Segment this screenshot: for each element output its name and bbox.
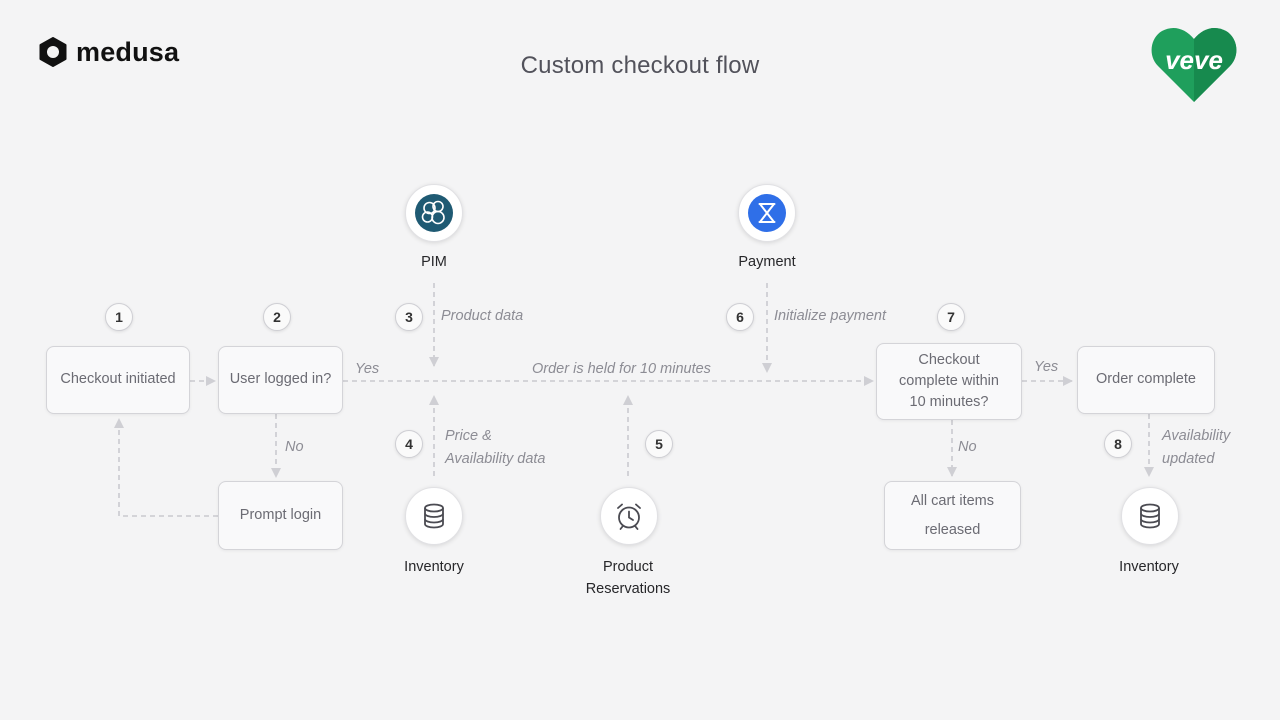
service-payment-label: Payment (738, 254, 796, 270)
service-pim-label: PIM (421, 254, 447, 270)
alarm-clock-icon (617, 503, 641, 530)
edge-label-initialize-payment: Initialize payment (774, 308, 887, 324)
node-order-complete-label: Order complete (1096, 371, 1196, 388)
service-pim (405, 184, 463, 242)
node-prompt-login: Prompt login (218, 481, 343, 550)
step-number-4: 4 (395, 430, 423, 458)
pim-icon (415, 194, 453, 232)
node-checkout-initiated-label: Checkout initiated (60, 371, 176, 388)
node-prompt-login-label: Prompt login (239, 506, 322, 523)
edge-label-order-held: Order is held for 10 minutes (532, 361, 711, 377)
node-cart-released-line-2: released (924, 521, 981, 538)
node-cart-released: All cart items released (884, 481, 1021, 550)
edge-label-product-data: Product data (441, 308, 524, 324)
edge-label-availability-updated: Availability updated (1162, 425, 1230, 471)
node-checkout-complete-line-1: Checkout (918, 351, 980, 368)
step-number-2: 2 (263, 303, 291, 331)
veve-wordmark: veve (1165, 45, 1223, 75)
node-checkout-complete-line-2: complete within (899, 372, 999, 389)
edge-label-no-logged-in: No (285, 439, 304, 455)
database-icon (1140, 503, 1160, 529)
step-number-8: 8 (1104, 430, 1132, 458)
page-title: Custom checkout flow (520, 52, 760, 79)
service-product-reservations-line-2: Reservations (585, 580, 671, 597)
edge-label-no-complete: No (958, 439, 977, 455)
edge-label-yes-complete: Yes (1034, 359, 1059, 375)
service-inventory-secondary-label: Inventory (1119, 559, 1179, 575)
edge-label-yes-logged-in: Yes (355, 361, 380, 377)
veve-heart-icon: veve (1151, 27, 1237, 102)
edge-label-availability-updated-line-2: updated (1162, 451, 1215, 467)
service-product-reservations-label: Product Reservations (548, 557, 708, 601)
payment-icon (748, 194, 786, 232)
node-checkout-complete-check: Checkout complete within 10 minutes? (876, 343, 1022, 420)
service-product-reservations-line-1: Product (603, 559, 653, 575)
node-checkout-complete-check-label: Checkout complete within 10 minutes? (899, 350, 999, 413)
service-inventory-primary (405, 487, 463, 545)
edge-label-availability-updated-line-1: Availability (1162, 428, 1231, 444)
service-inventory-primary-label: Inventory (404, 559, 464, 575)
veve-logo: veve (1148, 22, 1240, 106)
step-number-1: 1 (105, 303, 133, 331)
step-number-7: 7 (937, 303, 965, 331)
database-icon (424, 503, 444, 529)
node-order-complete: Order complete (1077, 346, 1215, 414)
edge-label-price-availability-line-1: Price & (445, 428, 492, 444)
edge-prompt-back-to-initiated (114, 418, 218, 517)
node-user-logged-in: User logged in? (218, 346, 343, 414)
step-number-5: 5 (645, 430, 673, 458)
step-number-6: 6 (726, 303, 754, 331)
node-cart-released-label: All cart items released (911, 487, 994, 545)
service-inventory-secondary (1121, 487, 1179, 545)
edge-label-price-availability: Price & Availability data (445, 425, 546, 471)
step-number-3: 3 (395, 303, 423, 331)
node-cart-released-line-1: All cart items (911, 492, 994, 509)
node-checkout-complete-line-3: 10 minutes? (909, 394, 989, 410)
node-checkout-initiated: Checkout initiated (46, 346, 190, 414)
service-payment (738, 184, 796, 242)
service-product-reservations (600, 487, 658, 545)
node-user-logged-in-label: User logged in? (229, 371, 332, 388)
edge-label-price-availability-line-2: Availability data (445, 451, 546, 467)
